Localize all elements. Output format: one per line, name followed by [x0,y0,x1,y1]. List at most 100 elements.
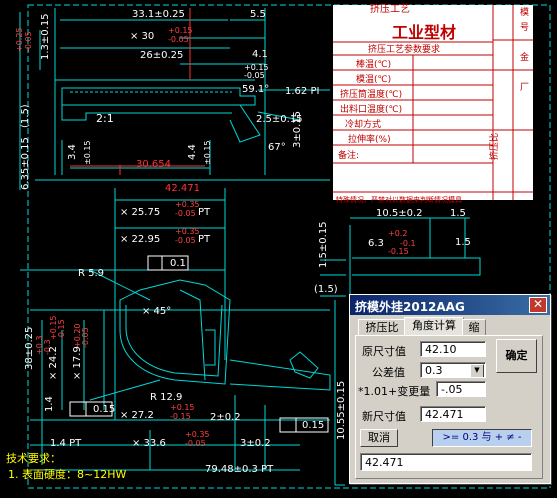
dim-x22-95: × 22.95 [120,234,160,245]
side-label-2: 号 [520,22,529,33]
tolerance-value: 0.3 [425,364,443,377]
dim-angle-59: 59.1° [242,84,269,95]
tol-plus-3: +0.25 [15,27,24,52]
tol-27-minus: -0.15 [170,412,191,421]
dim-3-4-tol: ±0.15 [83,140,92,165]
dim-1-5-b: 1.5 [455,237,471,248]
row-bar-temp: 棒温(℃) [356,58,391,70]
dim-1-62pi: 1.62 PI [285,86,319,97]
dim-1-4: 1.4 [44,396,55,412]
original-size-input[interactable]: 42.10 [420,341,486,357]
tol-plus: +0.15 [168,26,193,35]
table-note: 特殊情况，严禁对以数据来判断情况模具 [336,195,462,204]
tol-6-3: -0.1 [400,239,416,248]
dialog-title: 挤模外挂2012AAG [355,300,465,314]
dim-paren-1-5-b: (1.5) [314,284,338,295]
row-cooling: 冷却方式 [345,118,381,130]
dim-1-5-tol: 1.5±0.15 [318,221,329,268]
flatness-0-15-b: 0.15 [302,420,324,431]
factor-label: *1.01+变更量 [358,385,431,398]
dim-3-4: 3.4 [67,144,78,160]
tol-22-plus: +0.35 [175,227,200,236]
dim-26: 26±0.25 [140,50,183,61]
side-label-3: 金 [520,51,529,63]
dim-6-3: 6.3 [368,238,384,249]
side-label-1: 模 [520,7,529,18]
dim-angle-67: 67° [268,142,286,153]
tol-24-minus: -0.15 [57,319,66,340]
row-outlet-temp: 出料口温度(℃) [340,103,402,115]
pt-1: PT [198,207,211,218]
dim-2-0-2: 2±0.2 [210,412,241,423]
result-field[interactable]: 42.471 [360,453,532,471]
dim-x17-9: × 17.9 [72,346,83,380]
chevron-down-icon[interactable]: ▼ [470,364,484,377]
extrusion-dialog: 挤模外挂2012AAG ✕ 挤压比 角度计算 缩 原尺寸值 42.10 确定 公… [349,294,551,484]
scale-2-1: 2:1 [96,112,114,125]
pt-2: PT [198,234,211,245]
tol-25-minus: -0.05 [175,209,196,218]
dim-4-1: 4.1 [252,49,268,60]
dim-1-4pt: 1.4 PT [50,438,82,449]
dim-3-tol: 3±0.15 [292,111,303,148]
row-die-temp: 模温(℃) [356,74,391,85]
tol-33-plus: +0.35 [185,430,210,439]
factor-input[interactable]: -.05 [436,381,486,397]
tech-notes: 技术要求： 1. 表面硬度：8~12HW [6,452,126,481]
dim-1-3: 1.3±0.15 [40,13,51,60]
confirm-button[interactable]: 确定 [496,339,537,373]
tol-22-minus: -0.05 [175,236,196,245]
condition-toggle[interactable]: >= 0.3 与 + ≠ - [432,429,532,447]
dim-33-1: 33.1±0.25 [132,9,185,20]
dialog-title-bar[interactable]: 挤模外挂2012AAG ✕ [350,295,550,315]
tolerance-label: 公差值 [372,366,405,379]
dim-r12-9: R 12.9 [150,392,182,403]
top-dimensions: 33.1±0.25 5.5 × 30 +0.15 -0.05 26±0.25 4… [15,9,319,190]
tech-note-1: 1. 表面硬度：8~12HW [8,467,126,481]
tab-shrink[interactable]: 缩 [462,319,486,335]
side-label-4: 厂 [520,82,529,93]
row-remarks: 备注: [338,149,359,161]
tol-27-plus: +0.15 [170,403,195,412]
dim-4-4: 4.4 [187,144,198,160]
tol-25-plus: +0.35 [175,200,200,209]
dim-x33-6: × 33.6 [132,438,166,449]
dim-r5-9: R 5.9 [78,268,104,279]
table-header-partial: 挤压工艺 [370,2,410,15]
dim-x45: × 45° [142,306,171,317]
close-icon[interactable]: ✕ [529,297,547,313]
dim-x25-75: × 25.75 [120,207,160,218]
row-stretch: 拉伸率(%) [348,133,391,145]
tol-6-plus: +0.2 [388,229,407,238]
table-title: 工业型材 [392,23,456,42]
tolerance-select[interactable]: 0.3 ▼ [420,362,486,378]
dim-6-35: 6.35±0.15 [20,137,31,190]
side-label-5: 挤压比 [488,133,500,160]
dim-x24-2: × 24.2 [48,346,59,380]
new-size-label: 新尺寸值 [362,410,406,423]
cancel-button[interactable]: 取消 [360,429,398,447]
flatness-0-1: 0.1 [170,258,186,269]
tech-notes-title: 技术要求： [6,452,61,465]
dim-1-5-a: 1.5 [450,208,466,219]
dim-10-55: 10.55±0.15 [336,381,347,440]
dim-4-4-tol: ±0.15 [203,140,212,165]
original-size-label: 原尺寸值 [362,345,406,358]
tab-angle-calc[interactable]: 角度计算 [404,317,464,335]
dim-3-0-2: 3±0.2 [240,438,271,449]
dim-x27-2: × 27.2 [120,410,154,421]
dim-79-48: 79.48±0.3 PT [205,464,274,475]
tol-33-minus: -0.05 [185,439,206,448]
dim-38: 38±0.25 [24,327,35,370]
row-container-temp: 挤压筒温度(℃) [340,88,402,100]
process-table: 挤压工艺 工业型材 挤压工艺参数要求 棒温(℃) 模温(℃) 挤压筒温度(℃) … [333,2,533,204]
new-size-output[interactable]: 42.471 [420,406,486,422]
dim-30-654: 30.654 [136,159,171,170]
tol-minus-3: -0.05 [24,31,33,52]
table-subtitle: 挤压工艺参数要求 [368,43,440,55]
dim-5-5: 5.5 [250,9,266,20]
dim-10-5: 10.5±0.2 [376,208,423,219]
tol-minus: -0.05 [168,35,189,44]
tab-extrusion-ratio[interactable]: 挤压比 [358,319,406,335]
dim-paren-1-5: (1.5) [20,104,31,128]
